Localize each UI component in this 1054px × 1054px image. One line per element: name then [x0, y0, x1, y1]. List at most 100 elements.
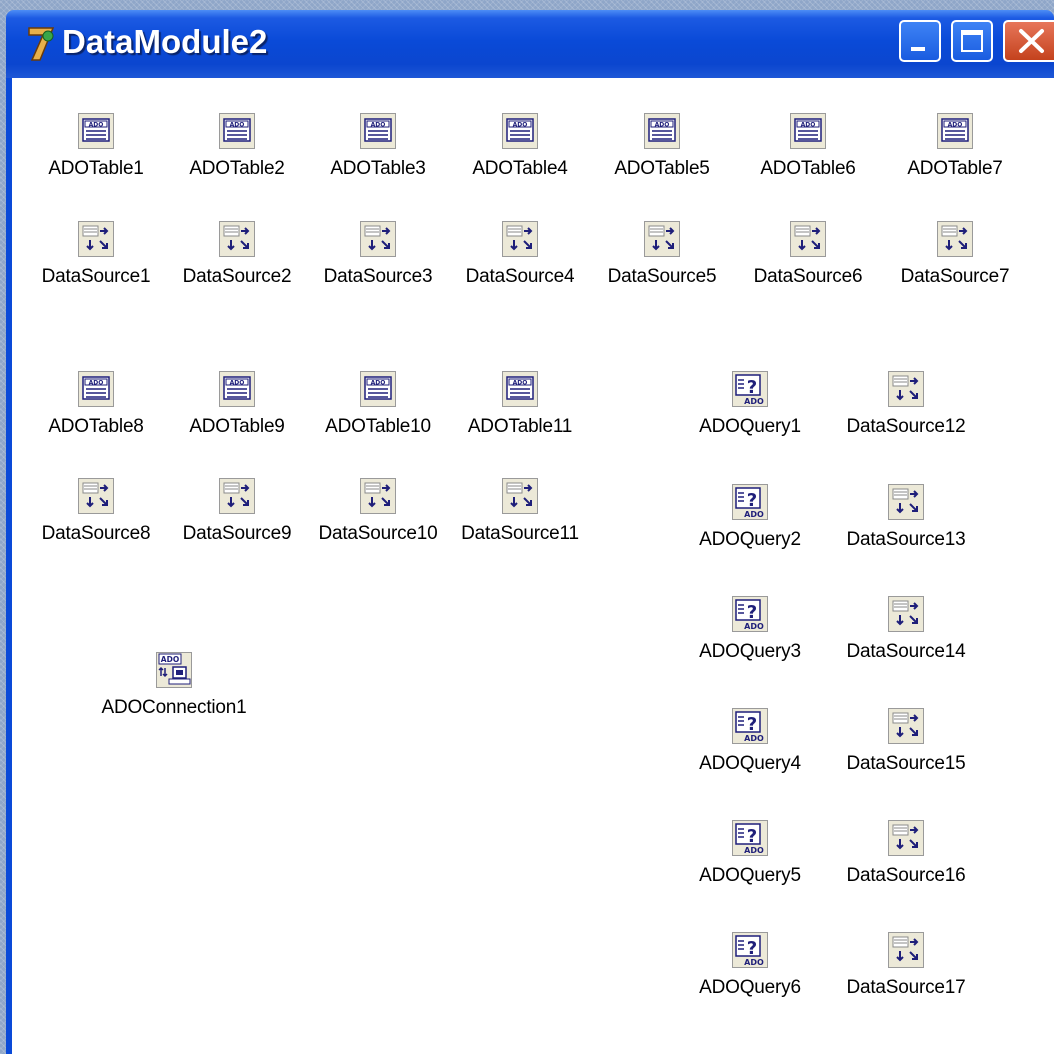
data-source-icon [888, 596, 924, 632]
component-data-source[interactable]: DataSource6 [733, 221, 883, 297]
data-source-icon [502, 478, 538, 514]
component-data-source[interactable]: DataSource16 [831, 820, 981, 896]
ado-table-icon: ADO [219, 113, 255, 149]
component-ado-query[interactable]: ? ADO ADOQuery3 [675, 596, 825, 672]
svg-text:ADO: ADO [744, 622, 764, 631]
component-label: ADOQuery1 [699, 416, 801, 437]
svg-text:ADO: ADO [371, 380, 386, 387]
ado-table-icon: ADO [360, 113, 396, 149]
maximize-button[interactable] [951, 20, 993, 62]
component-label: DataSource12 [846, 416, 966, 437]
component-ado-table[interactable]: ADO ADOTable2 [162, 113, 312, 189]
delphi-7-icon [28, 27, 55, 61]
ado-query-icon: ? ADO [732, 708, 768, 744]
minimize-button[interactable] [899, 20, 941, 62]
data-source-icon [360, 221, 396, 257]
component-ado-table[interactable]: ADO ADOTable11 [445, 371, 595, 447]
component-data-source[interactable]: DataSource3 [303, 221, 453, 297]
component-data-source[interactable]: DataSource4 [445, 221, 595, 297]
component-ado-table[interactable]: ADO ADOTable10 [303, 371, 453, 447]
component-data-source[interactable]: DataSource8 [21, 478, 171, 554]
component-data-source[interactable]: DataSource9 [162, 478, 312, 554]
component-ado-query[interactable]: ? ADO ADOQuery4 [675, 708, 825, 784]
component-ado-table[interactable]: ADO ADOTable3 [303, 113, 453, 189]
data-source-icon [78, 478, 114, 514]
ado-query-icon: ? ADO [732, 484, 768, 520]
svg-text:ADO: ADO [744, 846, 764, 855]
component-data-source[interactable]: DataSource7 [880, 221, 1030, 297]
component-data-source[interactable]: DataSource14 [831, 596, 981, 672]
data-source-icon [790, 221, 826, 257]
component-ado-table[interactable]: ADO ADOTable6 [733, 113, 883, 189]
ado-table-icon: ADO [790, 113, 826, 149]
component-data-source[interactable]: DataSource10 [303, 478, 453, 554]
svg-text:?: ? [747, 490, 757, 511]
svg-text:?: ? [747, 826, 757, 847]
svg-text:ADO: ADO [89, 122, 104, 129]
component-label: ADOTable7 [907, 158, 1003, 179]
close-button[interactable] [1003, 20, 1054, 62]
component-data-source[interactable]: DataSource11 [445, 478, 595, 554]
component-label: ADOQuery2 [699, 529, 801, 550]
component-label: ADOQuery4 [699, 753, 801, 774]
component-ado-query[interactable]: ? ADO ADOQuery2 [675, 484, 825, 560]
svg-text:ADO: ADO [744, 510, 764, 519]
ado-connection-icon: ADO [156, 652, 192, 688]
component-data-source[interactable]: DataSource13 [831, 484, 981, 560]
component-label: ADOTable11 [467, 416, 573, 437]
component-data-source[interactable]: DataSource2 [162, 221, 312, 297]
data-source-icon [78, 221, 114, 257]
component-label: ADOConnection1 [101, 697, 247, 718]
component-label: DataSource13 [846, 529, 966, 550]
svg-text:ADO: ADO [230, 380, 245, 387]
data-source-icon [644, 221, 680, 257]
component-ado-table[interactable]: ADO ADOTable1 [21, 113, 171, 189]
component-label: ADOQuery5 [699, 865, 801, 886]
svg-text:ADO: ADO [948, 122, 963, 129]
component-ado-table[interactable]: ADO ADOTable8 [21, 371, 171, 447]
component-data-source[interactable]: DataSource15 [831, 708, 981, 784]
datamodule-window: DataModule2 ADO ADOTable1 ADO ADOTable2 ADO A… [0, 0, 1054, 1054]
ado-table-icon: ADO [644, 113, 680, 149]
component-ado-table[interactable]: ADO ADOTable4 [445, 113, 595, 189]
svg-text:ADO: ADO [655, 122, 670, 129]
svg-text:ADO: ADO [371, 122, 386, 129]
ado-table-icon: ADO [502, 371, 538, 407]
component-label: DataSource17 [846, 977, 966, 998]
ado-query-icon: ? ADO [732, 932, 768, 968]
component-label: DataSource11 [461, 523, 579, 544]
datamodule-canvas[interactable]: ADO ADOTable1 ADO ADOTable2 ADO ADOTable3 ADO A… [6, 78, 1054, 1054]
maximize-icon [961, 30, 983, 52]
ado-query-icon: ? ADO [732, 371, 768, 407]
component-data-source[interactable]: DataSource17 [831, 932, 981, 1008]
component-data-source[interactable]: DataSource5 [587, 221, 737, 297]
component-label: DataSource15 [846, 753, 966, 774]
component-data-source[interactable]: DataSource1 [21, 221, 171, 297]
svg-text:ADO: ADO [161, 655, 179, 664]
ado-table-icon: ADO [78, 371, 114, 407]
ado-table-icon: ADO [937, 113, 973, 149]
svg-text:ADO: ADO [744, 397, 764, 406]
ado-table-icon: ADO [219, 371, 255, 407]
component-ado-table[interactable]: ADO ADOTable7 [880, 113, 1030, 189]
svg-text:ADO: ADO [230, 122, 245, 129]
close-icon [1019, 29, 1044, 53]
component-ado-table[interactable]: ADO ADOTable5 [587, 113, 737, 189]
data-source-icon [888, 708, 924, 744]
ado-table-icon: ADO [78, 113, 114, 149]
data-source-icon [219, 478, 255, 514]
component-ado-query[interactable]: ? ADO ADOQuery6 [675, 932, 825, 1008]
title-bar[interactable]: DataModule2 [6, 10, 1054, 78]
component-ado-query[interactable]: ? ADO ADOQuery5 [675, 820, 825, 896]
ado-table-icon: ADO [502, 113, 538, 149]
component-data-source[interactable]: DataSource12 [831, 371, 981, 447]
svg-text:?: ? [747, 714, 757, 735]
component-ado-table[interactable]: ADO ADOTable9 [162, 371, 312, 447]
component-ado-connection[interactable]: ADO ADOConnection1 [99, 652, 249, 728]
component-label: ADOTable6 [760, 158, 856, 179]
component-label: ADOQuery6 [699, 977, 801, 998]
component-label: DataSource6 [753, 266, 863, 287]
component-label: DataSource14 [846, 641, 966, 662]
component-ado-query[interactable]: ? ADO ADOQuery1 [675, 371, 825, 447]
svg-text:ADO: ADO [513, 380, 528, 387]
